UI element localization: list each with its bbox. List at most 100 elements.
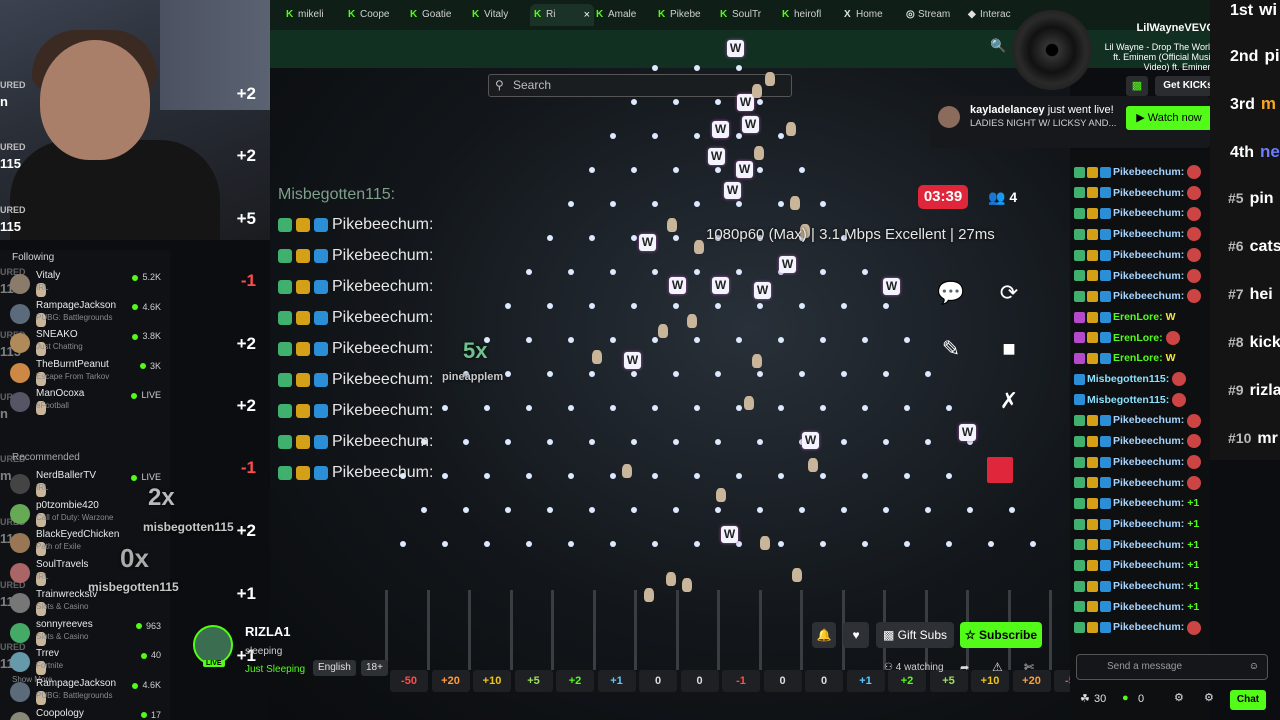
share-icon[interactable]: ➦ [960,661,969,674]
bell-button[interactable]: 🔔 [812,622,836,648]
tab-label: Stream [918,9,951,20]
chat-username[interactable]: Pikebeechum: [1113,497,1184,509]
chat-message-input[interactable]: Send a message ☺ [1076,654,1268,680]
chat-username[interactable]: Pikebeechum: [1113,249,1184,261]
browser-tab[interactable]: ◆ Interac [964,4,1022,26]
sidebar-channel[interactable]: RampageJackson PUBG: Battlegrounds 4.6K [10,298,165,328]
chat-username[interactable]: ErenLore: [1113,311,1163,323]
browser-tab[interactable]: K Pikebe [654,4,712,26]
chat-message: ErenLore: W [1074,348,1176,368]
chat-username[interactable]: Pikebeechum: [1113,559,1184,571]
stream-chat-line: Pikebeechum: [278,247,433,273]
close-tab-icon[interactable]: × [584,4,590,26]
sidebar-channel[interactable]: p0tzombie420 Call of Duty: Warzone [10,498,165,528]
chat-username[interactable]: Pikebeechum: [1113,601,1184,613]
browser-tab[interactable]: X Home [840,4,898,26]
browser-tab[interactable]: K SoulTr [716,4,774,26]
ranking-delta: +5 [236,209,256,228]
watch-now-button[interactable]: ▶ Watch now [1126,106,1212,130]
chat-username[interactable]: Pikebeechum: [1113,580,1184,592]
sidebar-channel[interactable]: Trrev Fortnite 40 [10,646,165,676]
leaderboard-name: pin [1249,190,1274,207]
report-icon[interactable]: ⚠ [992,660,1003,674]
browser-tab[interactable]: Kheirofl [778,4,836,26]
chat-username[interactable]: Misbegotten115: [1087,394,1169,406]
search-icon[interactable]: 🔍 [990,38,1006,54]
chat-username[interactable]: Pikebeechum: [1113,621,1184,633]
emoji-icon[interactable]: ☺ [1249,655,1259,679]
browser-tab[interactable]: K Ri × [530,4,594,26]
chat-username[interactable]: Pikebeechum: [1113,456,1184,468]
chat-username[interactable]: Pikebeechum: [1113,228,1184,240]
chat-username[interactable]: Pikebeechum: [1113,435,1184,447]
sidebar-channel[interactable]: Vitaly IRL 5.2K [10,268,165,298]
sidebar-channel[interactable]: RampageJackson PUBG: Battlegrounds 4.6K [10,676,165,706]
badge-icon [1074,373,1085,385]
age-tag[interactable]: 18+ [361,660,388,676]
mic-muted-icon[interactable]: ✗ [994,386,1024,416]
gift-box-icon[interactable]: ▩ [1126,76,1148,96]
stream-chat-header: Misbegotten115: [278,186,396,203]
browser-tab[interactable]: K Goatie [406,4,464,26]
sidebar-channel[interactable]: Coopology 17 [10,706,165,720]
chat-username[interactable]: Pikebeechum: [1113,477,1184,489]
sidebar-channel[interactable]: NerdBallerTV IRL LIVE [10,468,165,498]
chat-username[interactable]: Pikebeechum: [1113,539,1184,551]
sidebar-channel[interactable]: sonnyreeves Slots & Casino 963 [10,617,165,647]
sidebar-channel[interactable]: ManOcoxa eFootball LIVE [10,386,165,416]
browser-tab[interactable]: K Vitaly [468,4,526,26]
chat-username[interactable]: Pikebeechum: [1113,187,1184,199]
plinko-peg [547,371,553,377]
browser-tab[interactable]: K Coope [344,4,402,26]
chat-username[interactable]: Pikebeechum: [1113,270,1184,282]
streamer-name[interactable]: RIZLA1 [245,624,291,639]
cat-ball [744,396,754,410]
browser-tab[interactable]: K Amale [592,4,650,26]
video-camera-icon[interactable]: ■ [994,334,1024,364]
chat-send-button[interactable]: Chat [1230,690,1266,710]
plinko-peg [904,337,910,343]
badge-icon [1074,435,1085,447]
chat-mod-icon[interactable]: ⚙ [1204,691,1214,704]
badge-icon [1087,456,1098,468]
settings-gear-icon[interactable]: ⚙ [1174,691,1184,704]
badge-icon [1087,415,1098,427]
badge-icon [1074,456,1085,468]
clip-icon[interactable]: ✄ [1024,660,1034,674]
streamer-avatar[interactable] [193,625,233,665]
plinko-peg [631,507,637,513]
pencil-icon[interactable]: ✎ [936,334,966,364]
chat-bubble-icon[interactable]: 💬 [936,278,966,308]
plinko-peg [589,235,595,241]
sidebar-channel[interactable]: TheBurntPeanut Escape From Tarkov 3K [10,357,165,387]
record-button[interactable] [987,457,1013,483]
plinko-peg [547,439,553,445]
subscribe-button[interactable]: ☆ Subscribe [960,622,1042,648]
plinko-peg [820,201,826,207]
browser-tab[interactable]: Kmikeli [282,4,340,26]
chat-username[interactable]: Pikebeechum: [1113,518,1184,530]
plinko-peg [820,541,826,547]
stream-chat-overlay: Misbegotten115: Pikebeechum: Pikebeechum:… [278,186,508,486]
browser-tab[interactable]: ◎ Stream [902,4,960,26]
chat-username[interactable]: Pikebeechum: [1113,290,1184,302]
leaderboard-rank: #9 [1228,382,1244,398]
stream-category[interactable]: Just Sleeping [245,664,305,675]
chat-username[interactable]: Pikebeechum: [1113,414,1184,426]
refresh-icon[interactable]: ⟳ [994,278,1024,308]
chat-username[interactable]: Misbegotten115: [1087,373,1169,385]
chat-username[interactable]: Pikebeechum: [1113,207,1184,219]
sidebar-channel[interactable]: SNEAKO Just Chatting 3.8K [10,327,165,357]
chat-username[interactable]: ErenLore: [1113,332,1163,344]
plinko-peg [799,167,805,173]
gift-subs-button[interactable]: ▩ Gift Subs [876,622,954,648]
chat-username[interactable]: Pikebeechum: [1113,166,1184,178]
channel-category: Call of Duty: Warzone [36,512,114,527]
stream-timer: 03:39 [918,185,968,209]
tab-label: Coope [360,9,390,20]
badge-icon [1100,249,1111,261]
chat-username[interactable]: ErenLore: [1113,352,1163,364]
plinko-peg [568,269,574,275]
follow-heart-button[interactable]: ♥ [843,622,869,648]
language-tag[interactable]: English [313,660,356,676]
